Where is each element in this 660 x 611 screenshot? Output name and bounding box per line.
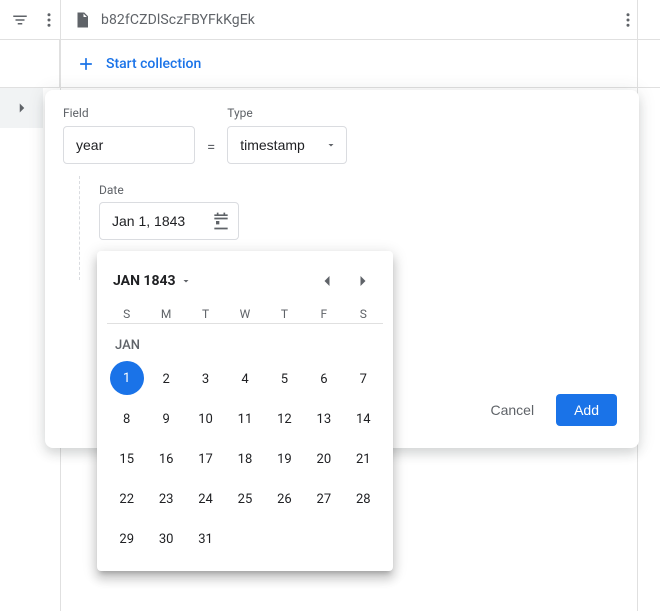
plus-icon — [76, 54, 96, 74]
day-of-week-header: SMTWTFS — [107, 305, 383, 324]
dow-cell: W — [225, 307, 264, 321]
field-name-input[interactable] — [63, 126, 195, 164]
expand-row[interactable] — [0, 88, 43, 128]
calendar-day[interactable]: 11 — [225, 401, 264, 437]
calendar-day[interactable]: 28 — [344, 481, 383, 517]
calendar-day[interactable]: 16 — [146, 441, 185, 477]
calendar-day[interactable]: 29 — [107, 521, 146, 557]
calendar-day[interactable]: 23 — [146, 481, 185, 517]
caret-down-icon — [180, 275, 192, 287]
date-label: Date — [99, 183, 124, 197]
month-label: JAN — [107, 334, 383, 361]
date-picker: JAN 1843 SMTWTFS JAN 1234567891011121314… — [97, 251, 393, 571]
chevron-right-icon — [353, 271, 373, 291]
dow-cell: S — [344, 307, 383, 321]
calendar-day[interactable]: 4 — [225, 361, 264, 397]
dow-cell: T — [265, 307, 304, 321]
dow-cell: T — [186, 307, 225, 321]
chevron-left-icon — [317, 271, 337, 291]
calendar-day[interactable]: 12 — [265, 401, 304, 437]
document-icon — [73, 11, 91, 29]
filter-icon[interactable] — [8, 6, 31, 34]
calendar-day[interactable]: 9 — [146, 401, 185, 437]
dow-cell: S — [107, 307, 146, 321]
subheader: Start collection — [0, 40, 660, 88]
calendar-day[interactable]: 20 — [304, 441, 343, 477]
calendar-day[interactable]: 5 — [265, 361, 304, 397]
start-collection-button[interactable]: Start collection — [60, 40, 660, 87]
doc-header: b82fCZDlSczFBYFkKgEk — [0, 0, 660, 40]
calendar-day[interactable]: 10 — [186, 401, 225, 437]
calendar-grid: 1234567891011121314151617181920212223242… — [107, 361, 383, 557]
type-label: Type — [227, 106, 347, 120]
calendar-day[interactable]: 1 — [110, 361, 144, 395]
calendar-month-year-button[interactable]: JAN 1843 — [113, 273, 192, 289]
calendar-day[interactable]: 13 — [304, 401, 343, 437]
calendar-day[interactable]: 24 — [186, 481, 225, 517]
calendar-day[interactable]: 31 — [186, 521, 225, 557]
calendar-day[interactable]: 26 — [265, 481, 304, 517]
calendar-day[interactable]: 17 — [186, 441, 225, 477]
calendar-day[interactable]: 18 — [225, 441, 264, 477]
calendar-day[interactable]: 22 — [107, 481, 146, 517]
calendar-day[interactable]: 21 — [344, 441, 383, 477]
calendar-day[interactable]: 14 — [344, 401, 383, 437]
calendar-day[interactable]: 3 — [186, 361, 225, 397]
chevron-right-icon — [13, 99, 31, 117]
field-label: Field — [63, 106, 195, 120]
more-vert-icon[interactable] — [37, 6, 60, 34]
calendar-day[interactable]: 15 — [107, 441, 146, 477]
calendar-day[interactable]: 6 — [304, 361, 343, 397]
dow-cell: M — [146, 307, 185, 321]
calendar-day[interactable]: 19 — [265, 441, 304, 477]
start-collection-label: Start collection — [106, 56, 201, 72]
calendar-day[interactable]: 30 — [146, 521, 185, 557]
document-id: b82fCZDlSczFBYFkKgEk — [101, 12, 255, 28]
calendar-title: JAN 1843 — [113, 273, 176, 289]
cancel-button[interactable]: Cancel — [480, 394, 544, 426]
prev-month-button[interactable] — [313, 267, 341, 295]
calendar-day[interactable]: 25 — [225, 481, 264, 517]
calendar-day[interactable]: 2 — [146, 361, 185, 397]
calendar-day[interactable]: 8 — [107, 401, 146, 437]
doc-overflow-icon[interactable] — [614, 6, 642, 34]
next-month-button[interactable] — [349, 267, 377, 295]
calendar-day[interactable]: 27 — [304, 481, 343, 517]
calendar-day[interactable]: 7 — [344, 361, 383, 397]
type-select[interactable] — [227, 126, 347, 164]
add-button[interactable]: Add — [556, 394, 617, 426]
equals-sign: = — [205, 138, 217, 164]
dow-cell: F — [304, 307, 343, 321]
calendar-icon[interactable] — [211, 211, 231, 231]
